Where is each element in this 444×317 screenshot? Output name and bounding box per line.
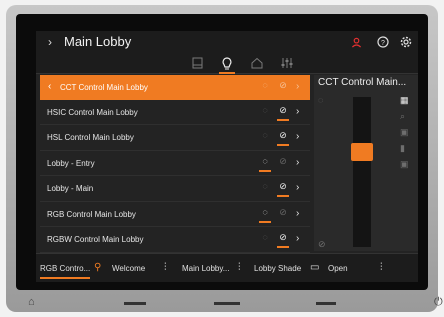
favorites-bar: RGB Contro... ⚲ Welcome ⫶ Main Lobby... … xyxy=(36,253,418,282)
bulb-on-icon[interactable]: ◌ xyxy=(259,181,271,195)
audio-sliders-icon[interactable]: ⫶ xyxy=(238,262,241,273)
top-bar: › Main Lobby ? xyxy=(36,31,418,53)
panel-title: CCT Control Main... xyxy=(318,77,407,88)
scene-4-icon[interactable]: ▮ xyxy=(400,143,405,154)
tab-lighting-icon[interactable] xyxy=(218,55,236,74)
breadcrumb-chevron-icon[interactable]: › xyxy=(48,35,52,49)
bulb-on-icon[interactable]: ◌ xyxy=(318,95,323,105)
list-item[interactable]: RGB Control Main Lobby ◌ ⊘ › xyxy=(40,202,310,227)
scene-3-icon[interactable]: ▣ xyxy=(400,127,409,138)
level-slider[interactable] xyxy=(351,97,373,247)
list-header-cct-control[interactable]: ‹ CCT Control Main Lobby ◌ ⊘ › xyxy=(40,75,310,100)
bulb-off-icon[interactable]: ⊘ xyxy=(277,105,289,121)
device-bottom-bezel: ⌂ ⏻ xyxy=(6,293,443,312)
bulb-on-icon[interactable]: ◌ xyxy=(259,232,271,246)
slider-handle[interactable] xyxy=(351,143,373,162)
scene-1-icon[interactable]: ▦ xyxy=(400,95,409,106)
chevron-right-icon[interactable]: › xyxy=(296,233,299,244)
favorite-lobby-shade[interactable]: Lobby Shade xyxy=(254,264,301,273)
chevron-right-icon[interactable]: › xyxy=(296,208,299,219)
bulb-on-icon[interactable]: ◌ xyxy=(259,105,271,119)
list-item-label: HSIC Control Main Lobby xyxy=(47,107,138,117)
category-tabs xyxy=(36,53,418,74)
chevron-right-icon[interactable]: › xyxy=(296,157,299,168)
bulb-on-icon[interactable]: ◌ xyxy=(259,130,271,144)
list-item[interactable]: RGBW Control Main Lobby ◌ ⊘ › xyxy=(40,227,310,253)
audio-sliders-icon[interactable]: ⫶ xyxy=(164,262,167,273)
list-item-label: RGB Control Main Lobby xyxy=(47,209,136,219)
favorite-open[interactable]: Open xyxy=(328,264,348,273)
bulb-on-icon[interactable]: ◌ xyxy=(259,156,271,172)
list-item[interactable]: Lobby - Main ◌ ⊘ › xyxy=(40,176,310,202)
chevron-right-icon[interactable]: › xyxy=(296,182,299,193)
tab-audio-sliders-icon[interactable] xyxy=(278,55,296,71)
lighting-list: ‹ CCT Control Main Lobby ◌ ⊘ › HSIC Cont… xyxy=(40,75,310,253)
favorite-rgb-control[interactable]: RGB Contro... xyxy=(40,264,91,279)
bulb-off-icon[interactable]: ⊘ xyxy=(277,207,289,221)
bulb-off-icon[interactable]: ⊘ xyxy=(277,232,289,248)
touch-screen: › Main Lobby ? ‹ CCT Control Main Lobby … xyxy=(36,31,418,282)
home-icon[interactable]: ⌂ xyxy=(28,296,35,308)
list-item-label: HSL Control Main Lobby xyxy=(47,133,134,142)
list-item-label: RGBW Control Main Lobby xyxy=(47,235,144,244)
bulb-off-icon[interactable]: ⊘ xyxy=(277,130,289,146)
back-chevron-icon[interactable]: ‹ xyxy=(48,81,51,92)
settings-gear-icon[interactable] xyxy=(398,34,414,50)
list-item[interactable]: HSIC Control Main Lobby ◌ ⊘ › xyxy=(40,100,310,125)
list-item[interactable]: Lobby - Entry ◌ ⊘ › xyxy=(40,151,310,176)
hardware-button-1[interactable] xyxy=(124,302,146,305)
bulb-off-icon[interactable]: ⊘ xyxy=(277,80,289,94)
shade-icon[interactable]: ▭ xyxy=(310,262,319,273)
user-icon[interactable] xyxy=(348,34,364,50)
hardware-button-2[interactable] xyxy=(214,302,240,305)
chevron-right-icon[interactable]: › xyxy=(296,131,299,142)
scene-2-icon[interactable]: ⌕ xyxy=(400,111,405,122)
list-item-label: Lobby - Entry xyxy=(47,158,95,168)
power-icon[interactable]: ⏻ xyxy=(434,296,443,309)
bulb-off-icon[interactable]: ⊘ xyxy=(277,181,289,197)
favorite-welcome[interactable]: Welcome xyxy=(112,264,145,273)
list-item-label: Lobby - Main xyxy=(47,184,94,193)
bulb-off-icon[interactable]: ⊘ xyxy=(318,239,326,250)
favorite-main-lobby[interactable]: Main Lobby... xyxy=(182,264,229,273)
lighting-icon[interactable]: ⚲ xyxy=(94,262,101,273)
tab-home-icon[interactable] xyxy=(248,55,266,71)
chevron-right-icon[interactable]: › xyxy=(296,106,299,117)
bulb-on-icon[interactable]: ◌ xyxy=(259,80,271,94)
cct-control-panel: CCT Control Main... ◌ ⊘ ▦ ⌕ ▣ ▮ ▣ xyxy=(314,75,418,251)
bulb-on-icon[interactable]: ◌ xyxy=(259,207,271,223)
scene-5-icon[interactable]: ▣ xyxy=(400,159,409,170)
list-item[interactable]: HSL Control Main Lobby ◌ ⊘ › xyxy=(40,125,310,151)
bulb-off-icon[interactable]: ⊘ xyxy=(277,156,289,170)
page-title: Main Lobby xyxy=(64,34,132,49)
svg-text:?: ? xyxy=(381,40,385,47)
help-icon[interactable]: ? xyxy=(375,34,391,50)
list-header-label: CCT Control Main Lobby xyxy=(60,83,148,92)
hardware-button-3[interactable] xyxy=(316,302,336,305)
audio-sliders-icon[interactable]: ⫶ xyxy=(380,262,383,273)
tab-shades-icon[interactable] xyxy=(188,55,206,71)
chevron-right-icon[interactable]: › xyxy=(296,81,299,92)
